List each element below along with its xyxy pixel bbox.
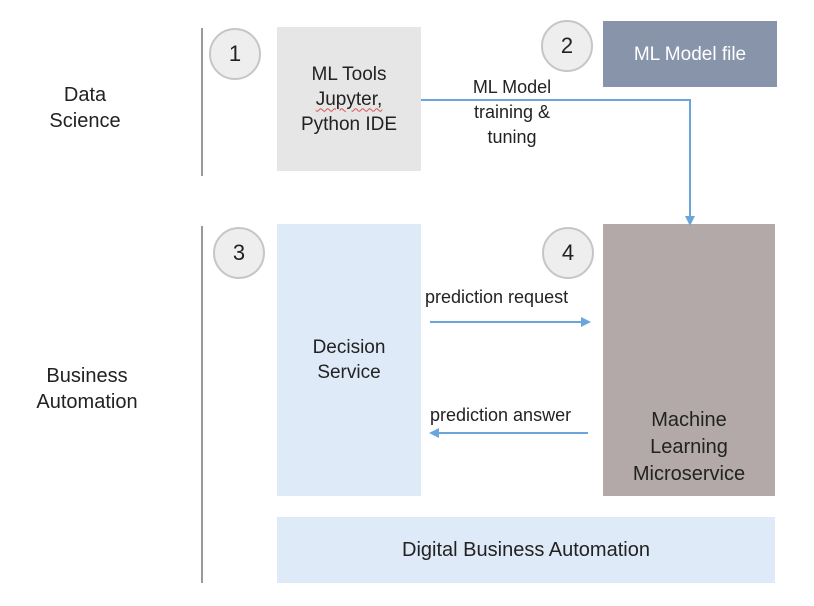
training-label-line3: tuning (487, 127, 537, 147)
prediction-request-label: prediction request (425, 287, 569, 307)
training-label: ML Model training & tuning (452, 75, 572, 150)
prediction-answer-label: prediction answer (430, 405, 572, 425)
connector-arrows (421, 99, 695, 438)
training-label-line1: ML Model (472, 77, 552, 97)
training-label-line2: training & (473, 102, 551, 122)
